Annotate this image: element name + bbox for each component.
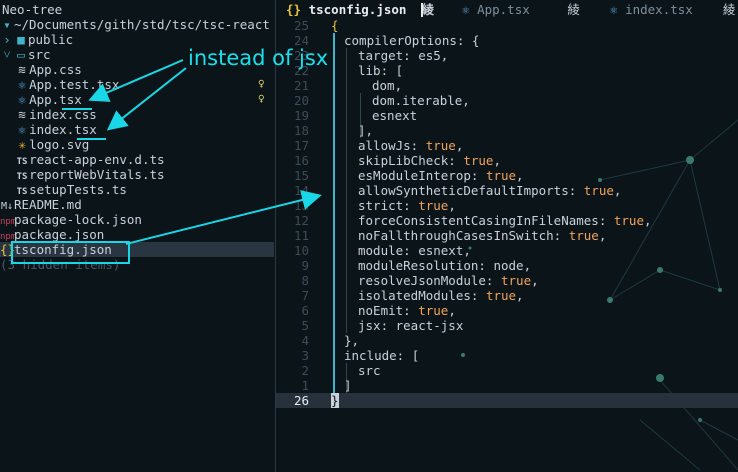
annotation-arrows: [62, 59, 322, 245]
annotation-label: instead of jsx: [188, 46, 329, 70]
